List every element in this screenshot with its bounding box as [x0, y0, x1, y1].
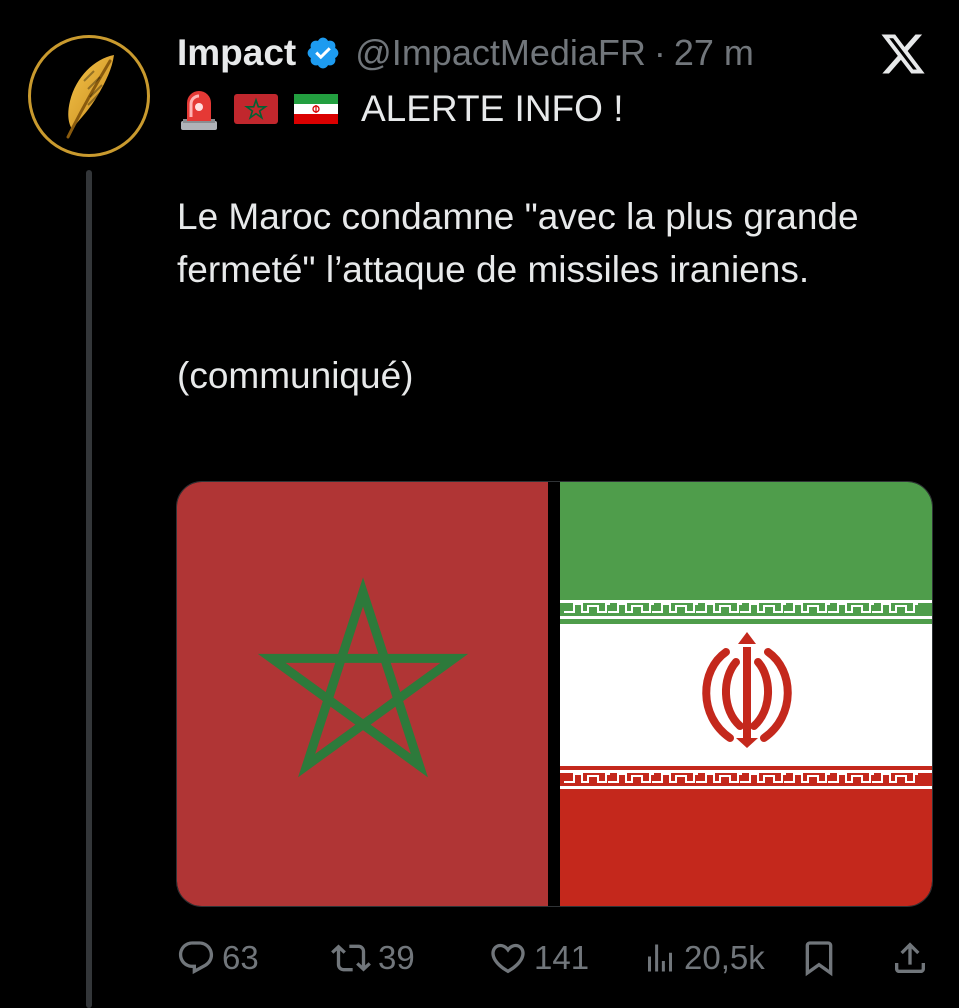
tweet-time[interactable]: 27 m: [674, 32, 754, 74]
share-button[interactable]: [890, 930, 930, 986]
retweet-count: 39: [378, 939, 415, 976]
gold-feather-icon: [66, 55, 114, 139]
separator-dot: ·: [653, 32, 666, 73]
morocco-flag-emoji: [234, 94, 278, 124]
thread-line: [86, 170, 92, 1008]
green-pentagram-icon: [257, 577, 469, 778]
views-icon: [648, 944, 672, 972]
bookmark-icon: [805, 941, 833, 977]
iran-flag-emoji: [294, 94, 338, 124]
tweet-body-paragraph: Le Maroc condamne "avec la plus grande f…: [177, 196, 859, 290]
reply-button[interactable]: 63: [176, 930, 259, 986]
tweet-body: Le Maroc condamne "avec la plus grande f…: [177, 190, 937, 402]
author-avatar[interactable]: [28, 35, 150, 157]
views-count: 20,5k: [684, 939, 765, 976]
verified-badge-icon: [307, 37, 339, 69]
tweet-actions-bar: 63 39 141 20,5k: [176, 930, 936, 986]
share-icon: [895, 942, 925, 973]
like-count: 141: [534, 939, 590, 976]
image-divider: [548, 482, 560, 906]
author-handle[interactable]: @ImpactMediaFR: [355, 32, 646, 74]
author-name[interactable]: Impact: [177, 32, 296, 74]
tweet-media-image[interactable]: [176, 481, 933, 907]
retweet-icon: [331, 944, 371, 972]
bookmark-button[interactable]: [799, 930, 839, 986]
paragraph-spacer: [177, 296, 937, 349]
alert-headline: ALERTE INFO !: [361, 88, 624, 129]
views-button[interactable]: 20,5k: [642, 930, 765, 986]
like-icon: [491, 943, 525, 974]
tweet-body-source: (communiqué): [177, 355, 414, 396]
like-button[interactable]: 141: [488, 930, 589, 986]
iran-flag-image: [560, 482, 932, 906]
morocco-flag-image: [177, 482, 548, 906]
x-logo-icon[interactable]: [878, 30, 928, 78]
alert-line: ALERTE INFO !: [179, 84, 624, 134]
tweet-header: Impact @ImpactMediaFR · 27 m: [177, 28, 754, 78]
reply-icon: [178, 941, 214, 975]
retweet-button[interactable]: 39: [330, 930, 415, 986]
reply-count: 63: [222, 939, 259, 976]
siren-emoji: [181, 91, 217, 130]
